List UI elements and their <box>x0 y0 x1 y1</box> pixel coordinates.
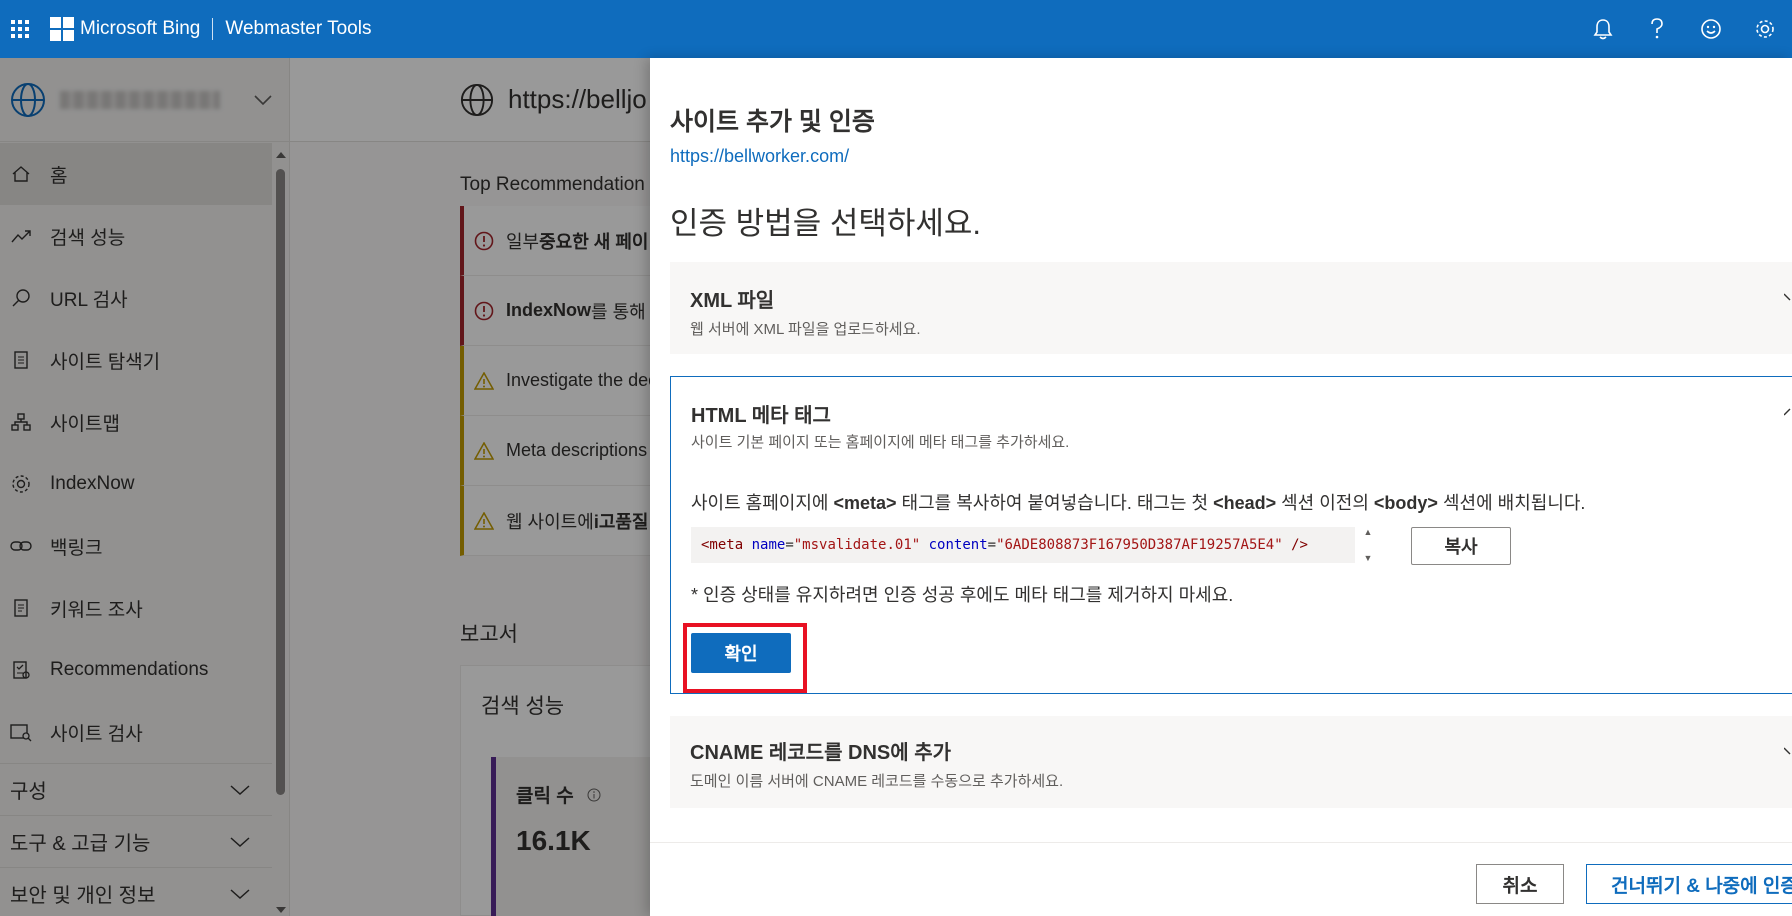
option-xml-file[interactable]: XML 파일 웹 서버에 XML 파일을 업로드하세요. <box>670 262 1792 354</box>
meta-tag-code[interactable]: <meta name = "msvalidate.01" content = "6ADE… <box>691 527 1355 563</box>
option-title: XML 파일 <box>690 290 775 312</box>
app-launcher-icon[interactable] <box>0 0 40 58</box>
option-desc: 웹 서버에 XML 파일을 업로드하세요. <box>690 321 921 338</box>
chevron-down-icon <box>1784 293 1791 301</box>
meta-instructions: 사이트 홈페이지에 <meta> 태그를 복사하여 붙여넣습니다. 태그는 첫 … <box>691 493 1586 513</box>
option-title: CNAME 레코드를 DNS에 추가 <box>690 742 952 764</box>
panel-site-url[interactable]: https://bellworker.com/ <box>670 146 849 167</box>
bell-icon[interactable] <box>1576 0 1630 58</box>
option-cname-record[interactable]: CNAME 레코드를 DNS에 추가 도메인 이름 서버에 CNAME 레코드를… <box>670 716 1792 808</box>
verification-heading: 인증 방법을 선택하세요. <box>670 206 982 241</box>
help-icon[interactable] <box>1630 0 1684 58</box>
arrow-down-icon[interactable]: ▼ <box>1364 553 1373 563</box>
skip-verify-later-button[interactable]: 건너뛰기 & 나중에 인증 <box>1586 864 1792 904</box>
panel-footer-divider <box>650 842 1792 843</box>
meta-tag-note: * 인증 상태를 유지하려면 인증 성공 후에도 메타 태그를 제거하지 마세요… <box>691 585 1234 605</box>
smiley-icon[interactable] <box>1684 0 1738 58</box>
add-site-panel: 사이트 추가 및 인증 https://bellworker.com/ 인증 방… <box>650 58 1792 916</box>
product-name[interactable]: Webmaster Tools <box>225 18 371 40</box>
code-scroll-stepper[interactable]: ▲ ▼ <box>1361 527 1375 563</box>
option-html-meta-tag[interactable]: HTML 메타 태그 사이트 기본 페이지 또는 홈페이지에 메타 태그를 추가… <box>670 376 1792 694</box>
brand-divider <box>212 18 214 40</box>
chevron-up-icon <box>1784 408 1791 416</box>
verify-button[interactable]: 확인 <box>691 633 791 673</box>
option-title: HTML 메타 태그 <box>691 405 831 427</box>
chevron-down-icon <box>1784 747 1791 755</box>
microsoft-logo-icon <box>50 17 74 41</box>
arrow-up-icon[interactable]: ▲ <box>1364 527 1373 537</box>
modal-overlay[interactable] <box>0 58 650 916</box>
panel-title: 사이트 추가 및 인증 <box>670 108 875 136</box>
option-desc: 도메인 이름 서버에 CNAME 레코드를 수동으로 추가하세요. <box>690 773 1064 790</box>
settings-gear-icon[interactable] <box>1738 0 1792 58</box>
cancel-button[interactable]: 취소 <box>1476 864 1564 904</box>
option-desc: 사이트 기본 페이지 또는 홈페이지에 메타 태그를 추가하세요. <box>691 434 1070 451</box>
brand-name[interactable]: Microsoft Bing <box>80 18 200 40</box>
top-bar: Microsoft Bing Webmaster Tools <box>0 0 1792 58</box>
copy-button[interactable]: 복사 <box>1411 527 1511 565</box>
